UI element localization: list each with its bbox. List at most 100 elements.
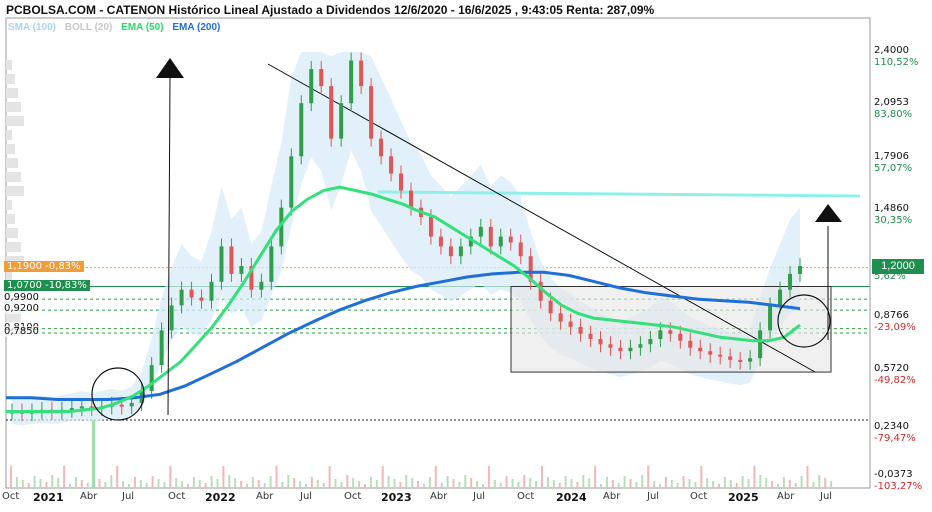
candle-body bbox=[149, 365, 154, 391]
legend-sma100: SMA (100) bbox=[8, 22, 56, 33]
volume-bar bbox=[818, 475, 821, 488]
volume-bar bbox=[352, 478, 355, 488]
volume-bar bbox=[169, 466, 172, 488]
volume-profile-bar bbox=[6, 200, 12, 210]
y-tick-percent: -79,47% bbox=[874, 433, 916, 444]
candle-body bbox=[498, 236, 503, 247]
volume-bar bbox=[328, 466, 331, 488]
volume-profile-bar bbox=[6, 102, 21, 112]
volume-bar bbox=[623, 476, 626, 488]
x-tick-label: 2022 bbox=[205, 491, 236, 504]
volume-bar bbox=[234, 478, 237, 488]
volume-bar bbox=[151, 476, 154, 488]
volume-bar bbox=[417, 481, 420, 488]
volume-bar bbox=[423, 484, 425, 488]
candle-body bbox=[748, 358, 753, 362]
volume-bar bbox=[33, 476, 36, 488]
volume-bar bbox=[198, 480, 201, 488]
volume-profile-bar bbox=[6, 186, 24, 196]
candle-body bbox=[708, 351, 713, 355]
volume-bar bbox=[546, 477, 549, 488]
candle-body bbox=[329, 86, 334, 139]
volume-bar bbox=[110, 475, 113, 488]
volume-bar bbox=[299, 481, 302, 488]
volume-bar bbox=[718, 484, 720, 488]
candle-body bbox=[588, 333, 593, 340]
candle-body bbox=[548, 300, 553, 314]
x-tick-label: Oct bbox=[690, 491, 708, 502]
volume-bar bbox=[222, 466, 225, 488]
candle-body bbox=[428, 217, 433, 237]
candle-body bbox=[778, 289, 783, 306]
volume-bar bbox=[275, 466, 278, 488]
x-tick-label: Jul bbox=[473, 491, 486, 502]
volume-bar bbox=[133, 477, 136, 488]
candle-body bbox=[618, 347, 623, 352]
legend-boll20: BOLL (20) bbox=[64, 22, 113, 33]
candle-body bbox=[399, 173, 404, 191]
candle-body bbox=[518, 242, 523, 257]
candle-body bbox=[408, 190, 413, 208]
candle-body bbox=[379, 138, 384, 157]
volume-profile-bar bbox=[6, 130, 12, 140]
volume-bar bbox=[434, 466, 437, 488]
y-tick-price: 2,4000 bbox=[874, 45, 909, 56]
volume-bar bbox=[741, 476, 744, 488]
volume-bar bbox=[287, 475, 290, 488]
arrow-up-icon bbox=[815, 204, 842, 222]
consolidation-box bbox=[510, 286, 832, 373]
volume-bar bbox=[192, 477, 195, 488]
volume-bar bbox=[582, 475, 585, 488]
volume-bar bbox=[617, 483, 620, 488]
volume-bar bbox=[464, 475, 467, 488]
candle-body bbox=[259, 281, 264, 290]
volume-bar bbox=[98, 479, 101, 488]
volume-bar bbox=[364, 484, 366, 488]
candle-body bbox=[309, 69, 314, 104]
y-tick-price: 0,5720 bbox=[874, 363, 909, 374]
volume-bar bbox=[647, 466, 650, 488]
volume-bar bbox=[782, 477, 785, 488]
volume-profile-bar bbox=[6, 214, 15, 224]
candle-body bbox=[718, 354, 723, 357]
volume-bar bbox=[116, 466, 119, 488]
volume-bar bbox=[80, 480, 83, 488]
candle-body bbox=[239, 266, 244, 274]
y-tick-percent: -103,27% bbox=[874, 481, 923, 492]
volume-bar bbox=[600, 484, 602, 488]
candle-body bbox=[658, 330, 663, 340]
volume-bar bbox=[340, 482, 343, 488]
volume-bar bbox=[523, 475, 526, 488]
candle-body bbox=[169, 305, 174, 331]
volume-bar bbox=[765, 478, 768, 488]
volume-bar bbox=[629, 479, 632, 488]
y-tick-price: 1,7906 bbox=[874, 151, 909, 162]
volume-bar bbox=[428, 477, 431, 488]
volume-bar bbox=[440, 483, 443, 488]
candle-body bbox=[598, 339, 603, 345]
volume-bar bbox=[139, 480, 142, 488]
candle-body bbox=[79, 406, 84, 409]
volume-bar bbox=[706, 478, 709, 488]
volume-bar bbox=[676, 483, 679, 488]
volume-profile-bar bbox=[6, 74, 15, 84]
volume-bar bbox=[476, 481, 479, 488]
y-tick-price: 0,8766 bbox=[874, 310, 909, 321]
volume-bar bbox=[641, 475, 644, 488]
volume-bar bbox=[771, 481, 774, 488]
x-tick-label: Abr bbox=[256, 491, 274, 502]
volume-bar bbox=[86, 483, 89, 488]
chart-legend: SMA (100) BOLL (20) EMA (50) EMA (200) bbox=[8, 22, 226, 33]
volume-bar bbox=[381, 466, 384, 488]
volume-bar bbox=[517, 482, 520, 488]
y-tick-percent: -23,09% bbox=[874, 322, 916, 333]
x-tick-label: Abr bbox=[430, 491, 448, 502]
arrow-shaft bbox=[167, 77, 171, 416]
y-tick-price: 1,4860 bbox=[874, 203, 909, 214]
volume-bar bbox=[452, 479, 455, 488]
volume-bar bbox=[505, 476, 508, 488]
last-price-badge: 1,2000 bbox=[872, 259, 924, 274]
volume-bar bbox=[411, 478, 414, 488]
volume-bar bbox=[611, 480, 614, 488]
volume-bar bbox=[128, 484, 130, 488]
